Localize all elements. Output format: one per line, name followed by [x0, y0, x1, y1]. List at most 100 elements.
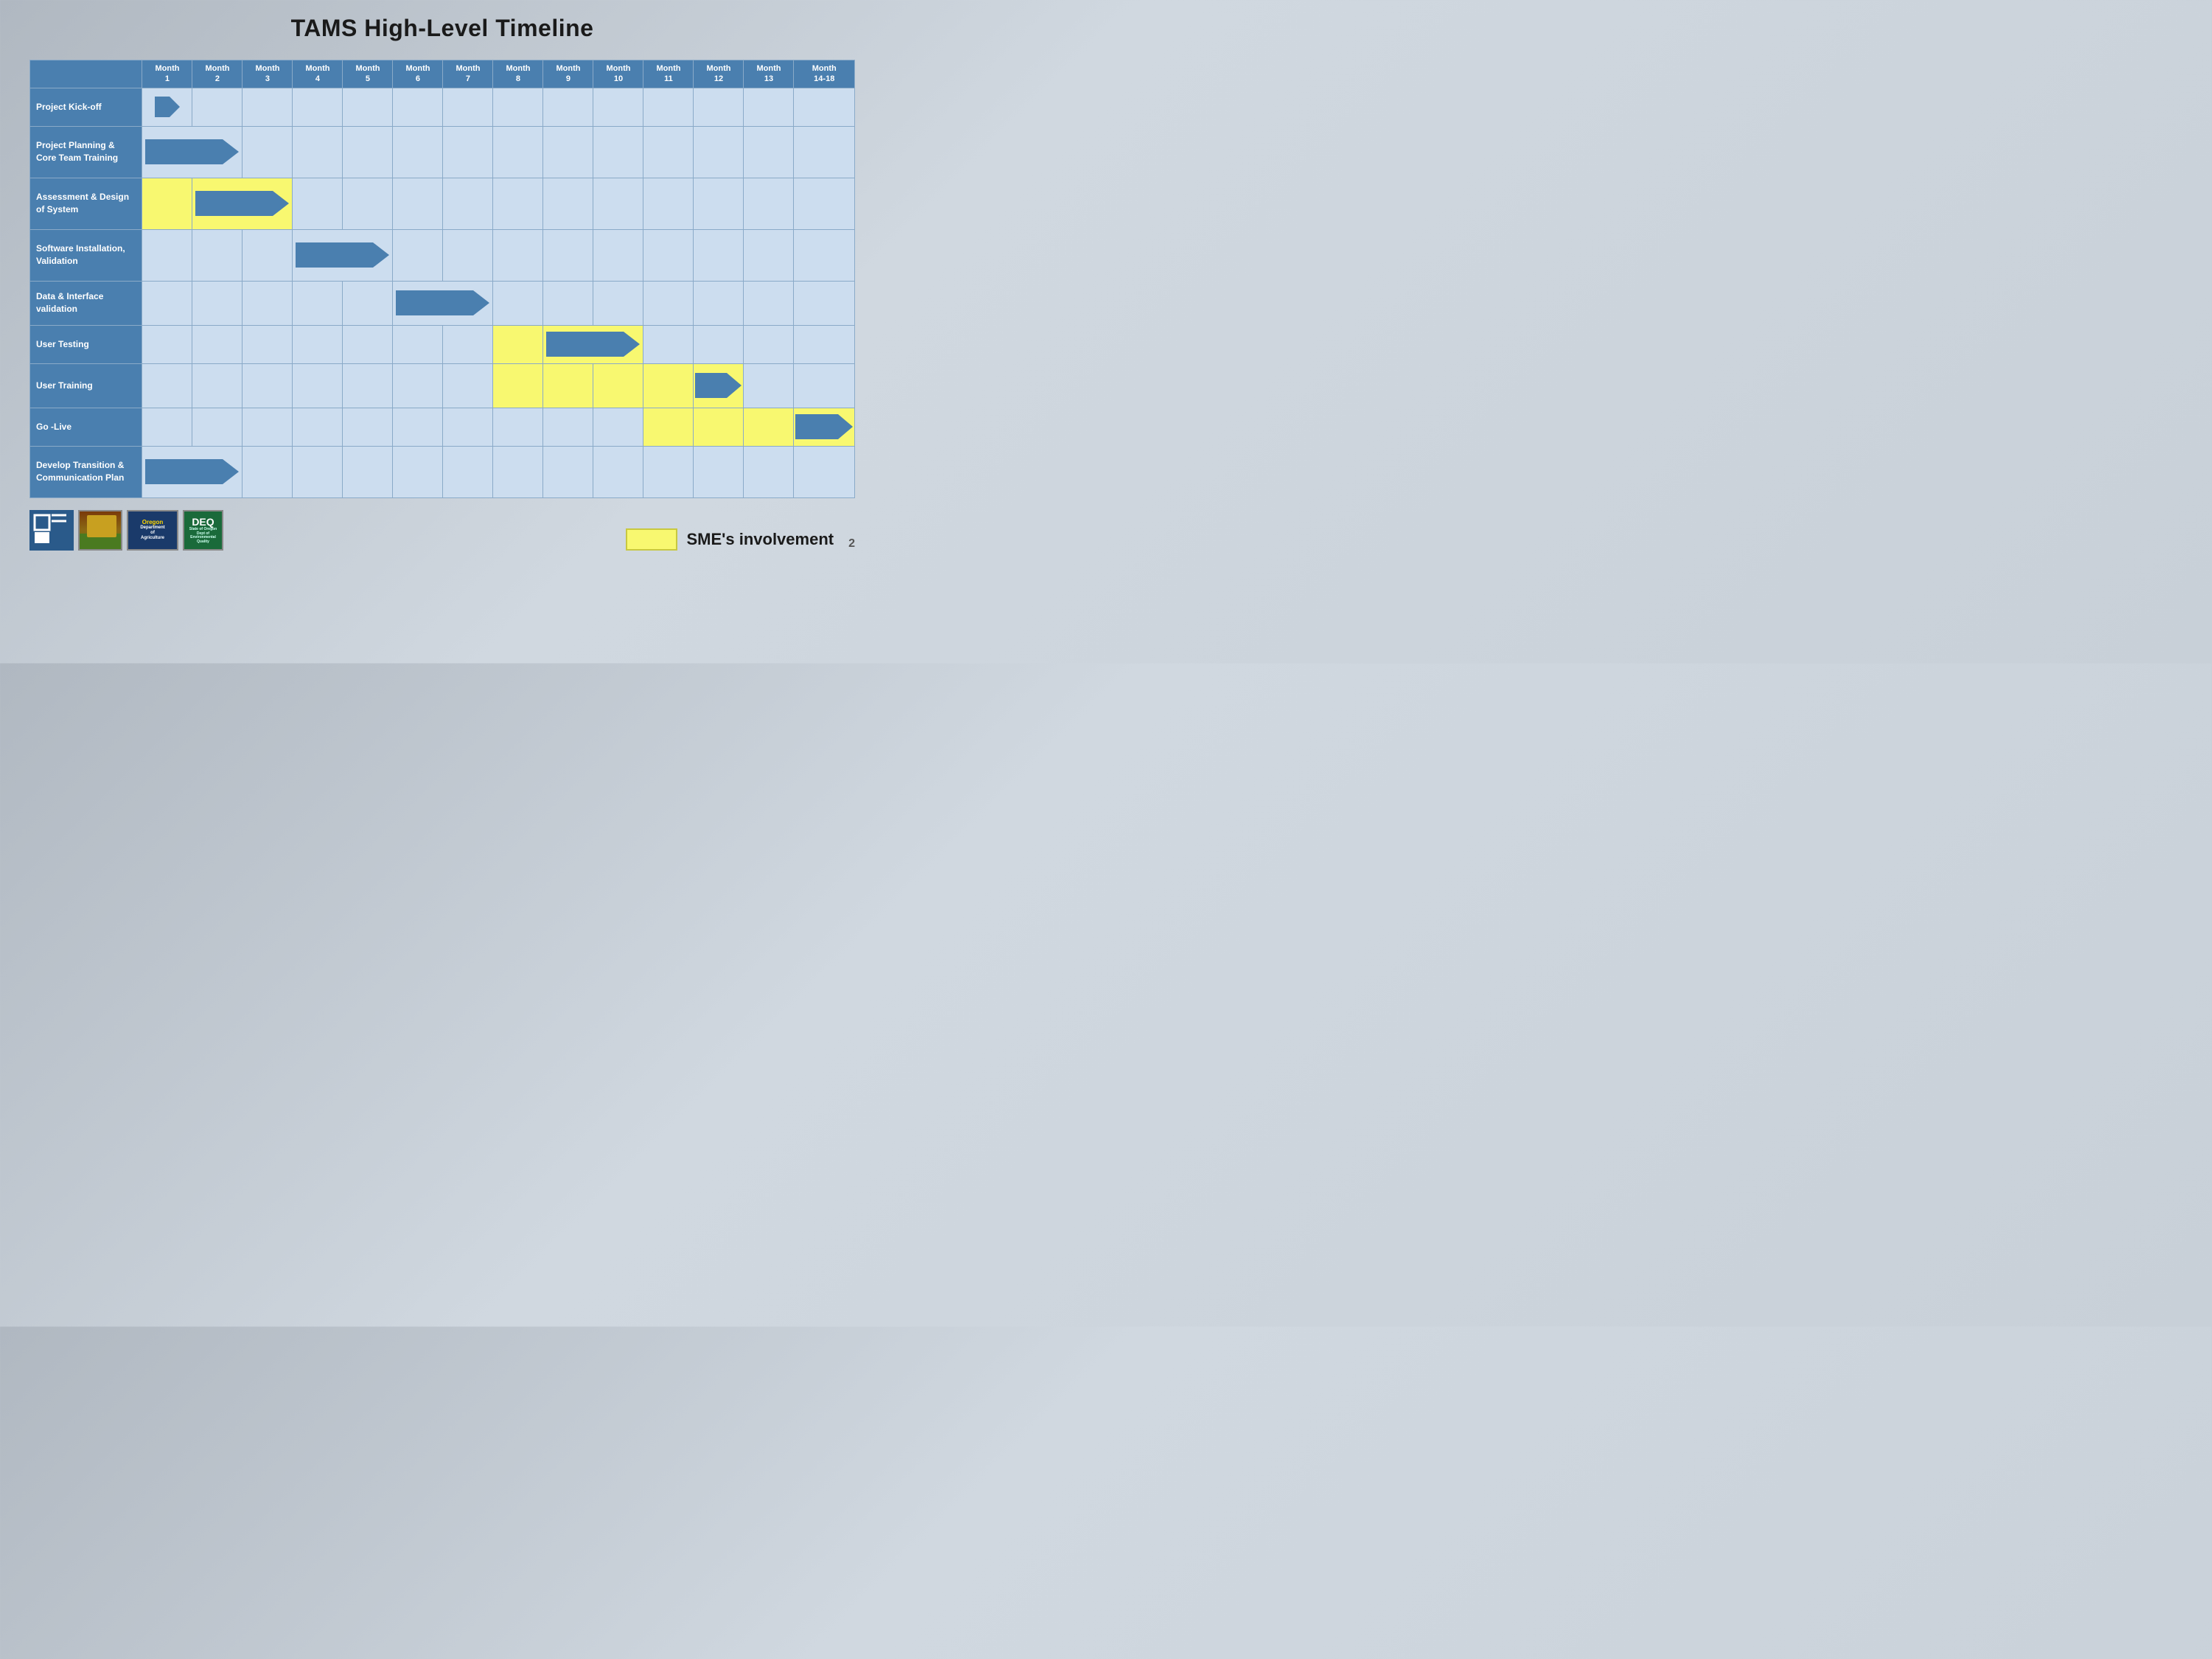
gl-m11-y — [643, 408, 694, 446]
logo-deq: DEQ State of OregonDept ofEnvironmentalQ… — [183, 510, 223, 551]
assess-m6 — [393, 178, 443, 229]
legend-yellow-box — [626, 528, 677, 551]
gl-m13-y — [744, 408, 794, 446]
sw-m8 — [493, 229, 543, 281]
utr-arrow — [694, 363, 744, 408]
planning-m5 — [343, 126, 393, 178]
assess-m4 — [293, 178, 343, 229]
ut-m2 — [192, 325, 243, 363]
utr-m9-y — [543, 363, 593, 408]
gl-m9 — [543, 408, 593, 446]
sw-arrow — [293, 229, 393, 281]
bottom-area: Oregon DepartmentofAgriculture DEQ State… — [29, 510, 855, 551]
utr-m6 — [393, 363, 443, 408]
ut-m14 — [794, 325, 855, 363]
page-title: TAMS High-Level Timeline — [29, 15, 855, 42]
ut-m1 — [142, 325, 192, 363]
task-row-kickoff: Project Kick-off — [30, 88, 855, 126]
dev-m3 — [243, 446, 293, 497]
kickoff-m7 — [443, 88, 493, 126]
sw-m3 — [243, 229, 293, 281]
planning-m3 — [243, 126, 293, 178]
ut-arrow — [543, 325, 643, 363]
planning-m4 — [293, 126, 343, 178]
task-row-data: Data & Interface validation — [30, 281, 855, 325]
task-row-assessment: Assessment & Design of System — [30, 178, 855, 229]
planning-m6 — [393, 126, 443, 178]
logo-farm-image — [78, 510, 122, 551]
arrow-cell-kickoff-1 — [142, 88, 192, 126]
data-m11 — [643, 281, 694, 325]
kickoff-m3 — [243, 88, 293, 126]
ut-m7 — [443, 325, 493, 363]
develop-arrow — [142, 446, 243, 497]
ut-m3 — [243, 325, 293, 363]
task-label-kickoff: Project Kick-off — [30, 88, 142, 126]
gl-m5 — [343, 408, 393, 446]
utr-m14 — [794, 363, 855, 408]
task-label-usertraining: User Training — [30, 363, 142, 408]
utr-m10-y — [593, 363, 643, 408]
sw-m10 — [593, 229, 643, 281]
task-label-assessment: Assessment & Design of System — [30, 178, 142, 229]
utr-m2 — [192, 363, 243, 408]
ut-m4 — [293, 325, 343, 363]
task-row-usertraining: User Training — [30, 363, 855, 408]
sw-m14 — [794, 229, 855, 281]
utr-m5 — [343, 363, 393, 408]
kickoff-m2 — [192, 88, 243, 126]
dev-m12 — [694, 446, 744, 497]
assess-m8 — [493, 178, 543, 229]
header-month-11: Month11 — [643, 60, 694, 88]
task-label-develop: Develop Transition & Communication Plan — [30, 446, 142, 497]
task-label-data: Data & Interface validation — [30, 281, 142, 325]
assess-m1 — [142, 178, 192, 229]
kickoff-m10 — [593, 88, 643, 126]
gl-m10 — [593, 408, 643, 446]
ut-m12 — [694, 325, 744, 363]
gl-m12-y — [694, 408, 744, 446]
dev-m14 — [794, 446, 855, 497]
task-row-software: Software Installation, Validation — [30, 229, 855, 281]
gl-arrow — [794, 408, 855, 446]
assess-m5 — [343, 178, 393, 229]
header-month-10: Month10 — [593, 60, 643, 88]
ut-m5 — [343, 325, 393, 363]
planning-m10 — [593, 126, 643, 178]
sw-m9 — [543, 229, 593, 281]
data-m14 — [794, 281, 855, 325]
assess-arrow — [192, 178, 293, 229]
assess-m7 — [443, 178, 493, 229]
utr-m3 — [243, 363, 293, 408]
task-label-golive: Go -Live — [30, 408, 142, 446]
sw-m7 — [443, 229, 493, 281]
dev-m5 — [343, 446, 393, 497]
task-row-usertesting: User Testing — [30, 325, 855, 363]
planning-m7 — [443, 126, 493, 178]
kickoff-m9 — [543, 88, 593, 126]
sw-m2 — [192, 229, 243, 281]
dev-m10 — [593, 446, 643, 497]
data-m2 — [192, 281, 243, 325]
kickoff-m13 — [744, 88, 794, 126]
utr-m11-y — [643, 363, 694, 408]
sw-m13 — [744, 229, 794, 281]
gl-m3 — [243, 408, 293, 446]
logo-area: Oregon DepartmentofAgriculture DEQ State… — [29, 510, 223, 551]
kickoff-m14 — [794, 88, 855, 126]
kickoff-m6 — [393, 88, 443, 126]
dev-m8 — [493, 446, 543, 497]
header-month-12: Month12 — [694, 60, 744, 88]
page-number: 2 — [848, 537, 855, 551]
header-row: Month1 Month2 Month3 Month4 Month5 Month… — [30, 60, 855, 88]
legend-area: SME's involvement 2 — [626, 528, 855, 551]
task-label-usertesting: User Testing — [30, 325, 142, 363]
assess-m12 — [694, 178, 744, 229]
kickoff-m4 — [293, 88, 343, 126]
dev-m11 — [643, 446, 694, 497]
data-m4 — [293, 281, 343, 325]
gl-m4 — [293, 408, 343, 446]
data-m5 — [343, 281, 393, 325]
ut-m11 — [643, 325, 694, 363]
arrow-cell-planning — [142, 126, 243, 178]
